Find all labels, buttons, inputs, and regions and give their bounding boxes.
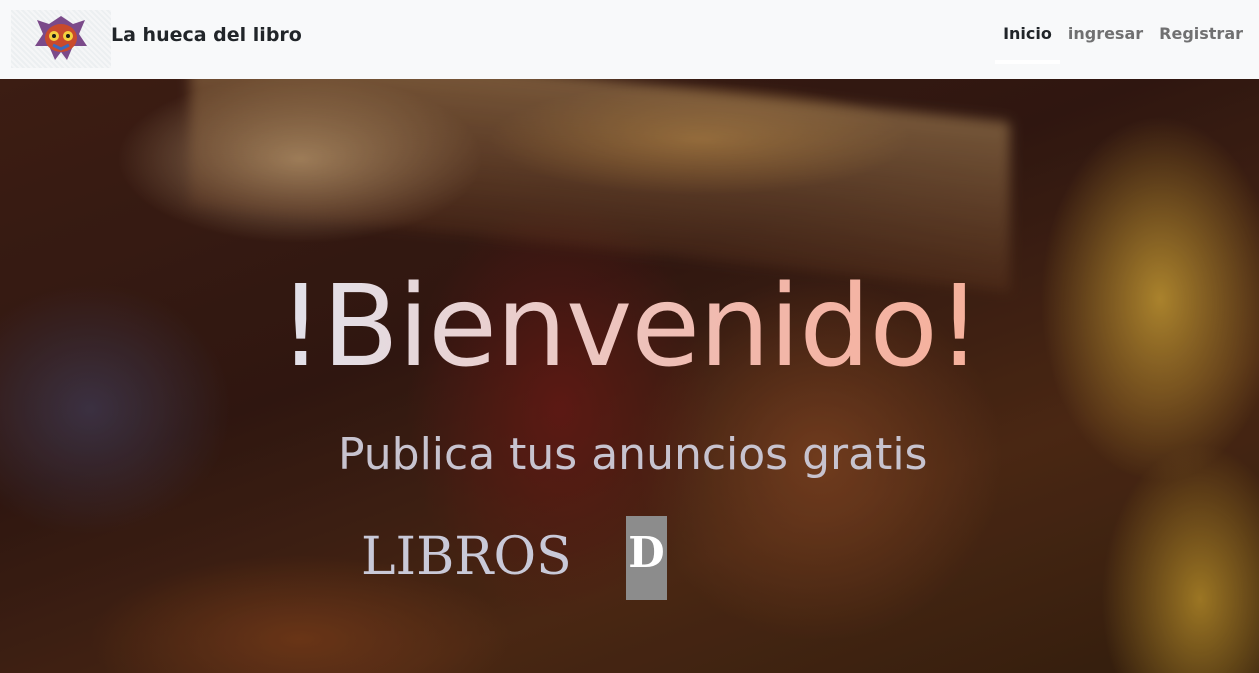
nav-link-ingresar[interactable]: ingresar [1068, 24, 1143, 59]
typing-cursor-letter: D [626, 516, 667, 600]
navbar: La hueca del libro Inicio ingresar Regis… [0, 0, 1259, 79]
brand-title[interactable]: La hueca del libro [111, 24, 302, 46]
hero-title: !Bienvenido! [0, 257, 1259, 397]
nav-link-inicio[interactable]: Inicio [995, 24, 1060, 64]
hero-subtitle: Publica tus anuncios gratis [338, 429, 928, 480]
nav-links: Inicio ingresar Registrar [995, 24, 1243, 64]
site-logo[interactable] [11, 10, 111, 68]
typed-category-text: LIBROS [361, 527, 572, 587]
hero-banner: !Bienvenido! Publica tus anuncios gratis… [0, 79, 1259, 673]
nav-link-registrar[interactable]: Registrar [1159, 24, 1243, 59]
majoras-mask-icon [35, 16, 87, 60]
